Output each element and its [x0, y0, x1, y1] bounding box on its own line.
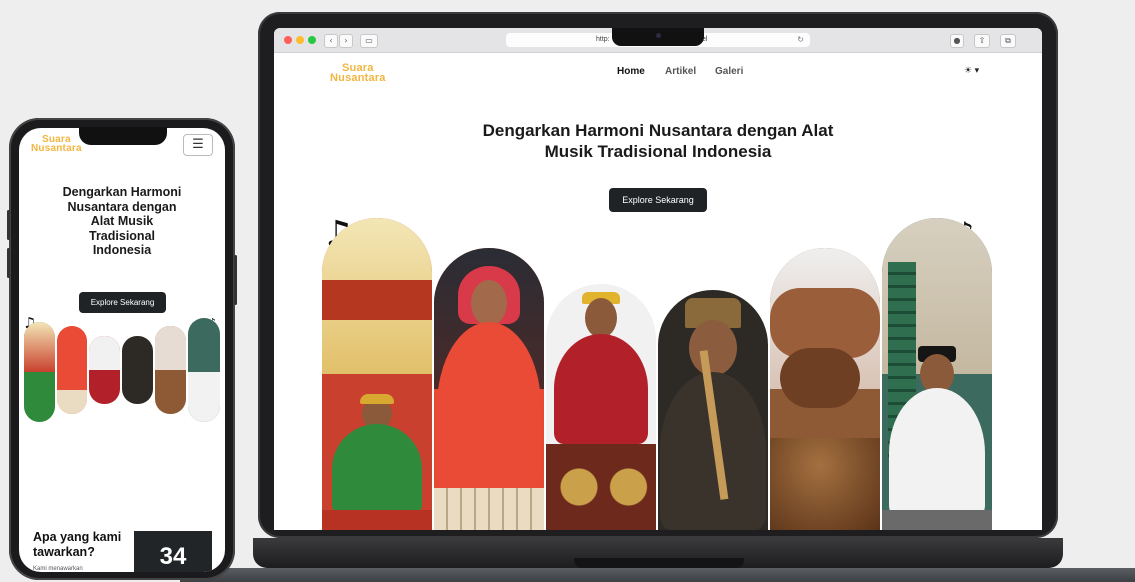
explore-button[interactable]: Explore Sekarang [609, 188, 707, 212]
mobile-gallery-photo-flute-player [122, 336, 153, 404]
nav-artikel[interactable]: Artikel [665, 66, 696, 77]
laptop-lip [574, 558, 744, 568]
phone-power-button [234, 255, 237, 305]
camera-icon [656, 33, 661, 38]
close-window-icon[interactable] [284, 36, 292, 44]
laptop-notch [612, 28, 704, 46]
hero-title: Dengarkan Harmoni Nusantara dengan Alat … [482, 121, 834, 161]
back-icon[interactable]: ‹ [324, 34, 338, 48]
mobile-hero-title: Dengarkan Harmoni Nusantara dengan Alat … [62, 185, 182, 258]
logo-line-2: Nusantara [31, 143, 82, 154]
mobile-gallery-photo-bonang-player [188, 318, 220, 422]
gallery-photo-gong-player [546, 284, 656, 530]
url-text: http: [596, 36, 610, 43]
mobile-gallery-photo-kendang [155, 326, 186, 414]
forward-icon[interactable]: › [339, 34, 353, 48]
theme-toggle[interactable]: ☀ ▾ [964, 65, 979, 76]
site-logo[interactable]: Suara Nusantara [330, 63, 386, 84]
stat-count: 34 [134, 531, 212, 572]
phone-screen: Suara Nusantara ☰ Dengarkan Harmoni Nusa… [19, 128, 225, 572]
gallery-photo-gamelan [322, 218, 432, 530]
hamburger-icon[interactable]: ☰ [183, 134, 213, 156]
mobile-explore-button[interactable]: Explore Sekarang [79, 292, 166, 313]
mobile-gallery-photo-gong-player [89, 336, 120, 404]
minimize-window-icon[interactable] [296, 36, 304, 44]
sidebar-icon[interactable]: ▭ [360, 34, 378, 48]
offer-title: Apa yang kami tawarkan? [33, 530, 122, 559]
tabs-icon[interactable]: ⧉ [1000, 34, 1016, 48]
nav-galeri[interactable]: Galeri [715, 66, 743, 77]
gallery-photo-kendang [770, 248, 880, 530]
phone-notch [79, 127, 167, 145]
gallery-photo-bonang-player [882, 218, 992, 530]
gallery-photo-xylophone-player [434, 248, 544, 530]
offer-subtitle: Kami menawarkan [33, 566, 83, 572]
mobile-gallery-photo-gamelan [24, 322, 55, 422]
phone-volume-down [7, 248, 10, 278]
laptop-screen: ‹ › ▭ http: el ↻ ● ⇧ ⧉ Suara Nusantara H… [274, 28, 1042, 530]
logo-line-2: Nusantara [330, 71, 386, 84]
reload-icon[interactable]: ↻ [797, 33, 804, 47]
gallery-photo-flute-player [658, 290, 768, 530]
share-icon[interactable]: ⇧ [974, 34, 990, 48]
table-edge [180, 568, 1135, 582]
shield-icon[interactable]: ● [950, 34, 964, 48]
mobile-gallery-photo-xylophone-player [57, 326, 87, 414]
phone-volume-up [7, 210, 10, 240]
nav-home[interactable]: Home [617, 66, 645, 77]
maximize-window-icon[interactable] [308, 36, 316, 44]
mobile-site-logo[interactable]: Suara Nusantara [31, 135, 82, 154]
